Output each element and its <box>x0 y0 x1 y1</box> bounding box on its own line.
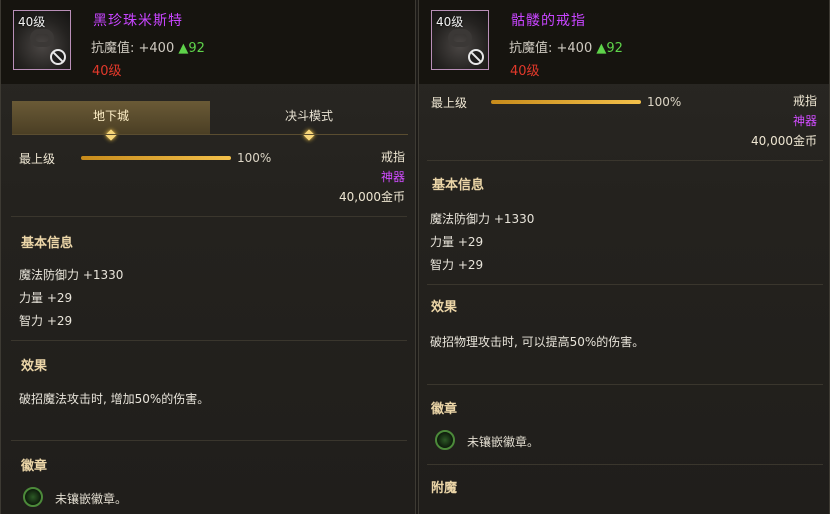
active-tab-diamond-icon <box>105 129 117 141</box>
grade-percent: 100% <box>647 95 682 109</box>
attribute-magic-defense: 魔法防御力 +1330 <box>19 268 124 282</box>
ring-icon <box>448 29 472 47</box>
effect-title: 效果 <box>21 359 48 374</box>
rarity: 神器 <box>792 114 817 128</box>
emblem-status: 未镶嵌徽章。 <box>55 492 128 506</box>
divider <box>427 384 823 385</box>
emblem-title: 徽章 <box>21 459 48 474</box>
stat-increase: ▲92 <box>596 41 623 56</box>
effect-text: 破招魔法攻击时, 增加50%的伤害。 <box>19 392 210 406</box>
divider <box>427 160 823 161</box>
attribute-strength: 力量 +29 <box>430 235 484 249</box>
emblem-slot-icon[interactable] <box>435 430 455 450</box>
basic-info-title: 基本信息 <box>21 236 74 251</box>
tooltip-header: 40级 黑珍珠米斯特 抗魔值: +400 ▲92 40级 <box>1 0 415 84</box>
grade-bar <box>491 100 641 104</box>
slot-type: 戒指 <box>380 150 405 164</box>
attribute-magic-defense: 魔法防御力 +1330 <box>430 212 535 226</box>
item-name: 骷髅的戒指 <box>511 13 586 29</box>
item-name: 黑珍珠米斯特 <box>93 13 183 29</box>
basic-info-title: 基本信息 <box>432 178 485 193</box>
stat-label: 抗魔值: +400 <box>91 41 175 56</box>
divider <box>427 284 823 285</box>
price: 40,000金币 <box>339 190 405 204</box>
item-tooltip-right: 40级 骷髅的戒指 抗魔值: +400 ▲92 40级 最上级 100% 戒指 … <box>418 0 830 514</box>
required-level: 40级 <box>92 64 122 79</box>
tab-label: 决斗模式 <box>284 109 333 123</box>
attribute-strength: 力量 +29 <box>19 291 73 305</box>
tab-duel-mode[interactable]: 决斗模式 <box>210 101 408 141</box>
item-level-tag: 40级 <box>436 15 464 29</box>
grade-bar-fill <box>81 156 231 160</box>
divider <box>11 340 407 341</box>
slot-type: 戒指 <box>792 94 817 108</box>
emblem-title: 徽章 <box>431 402 458 417</box>
required-level: 40级 <box>510 64 540 79</box>
grade-bar <box>81 156 231 160</box>
stat-line: 抗魔值: +400 ▲92 <box>509 37 623 56</box>
divider <box>427 464 823 465</box>
divider <box>11 216 407 217</box>
tooltip-header: 40级 骷髅的戒指 抗魔值: +400 ▲92 40级 <box>419 0 829 84</box>
grade-label: 最上级 <box>19 152 56 166</box>
divider <box>11 440 407 441</box>
attribute-intelligence: 智力 +29 <box>430 258 484 272</box>
rarity: 神器 <box>380 170 405 184</box>
effect-text: 破招物理攻击时, 可以提高50%的伤害。 <box>430 335 645 349</box>
tab-divider <box>12 134 408 135</box>
no-slot-icon <box>50 49 66 65</box>
stat-increase: ▲92 <box>178 41 205 56</box>
tab-dungeon[interactable]: 地下城 <box>12 101 210 141</box>
emblem-status: 未镶嵌徽章。 <box>467 435 540 449</box>
no-slot-icon <box>468 49 484 65</box>
tab-label: 地下城 <box>92 109 129 123</box>
item-level-tag: 40级 <box>18 15 46 29</box>
ring-icon <box>30 29 54 47</box>
item-tooltip-left: 40级 黑珍珠米斯特 抗魔值: +400 ▲92 40级 地下城 决斗模式 最上… <box>0 0 416 514</box>
emblem-slot-icon[interactable] <box>23 487 43 507</box>
stat-line: 抗魔值: +400 ▲92 <box>91 37 205 56</box>
item-icon[interactable]: 40级 <box>431 10 489 70</box>
effect-title: 效果 <box>431 300 458 315</box>
tab-diamond-icon <box>303 129 315 141</box>
grade-percent: 100% <box>237 151 272 165</box>
attribute-intelligence: 智力 +29 <box>19 314 73 328</box>
item-icon[interactable]: 40级 <box>13 10 71 70</box>
price: 40,000金币 <box>751 134 817 148</box>
grade-bar-fill <box>491 100 641 104</box>
grade-label: 最上级 <box>431 96 468 110</box>
stat-label: 抗魔值: +400 <box>509 41 593 56</box>
enchant-title: 附魔 <box>431 481 458 496</box>
mode-tabs: 地下城 决斗模式 <box>12 101 408 141</box>
